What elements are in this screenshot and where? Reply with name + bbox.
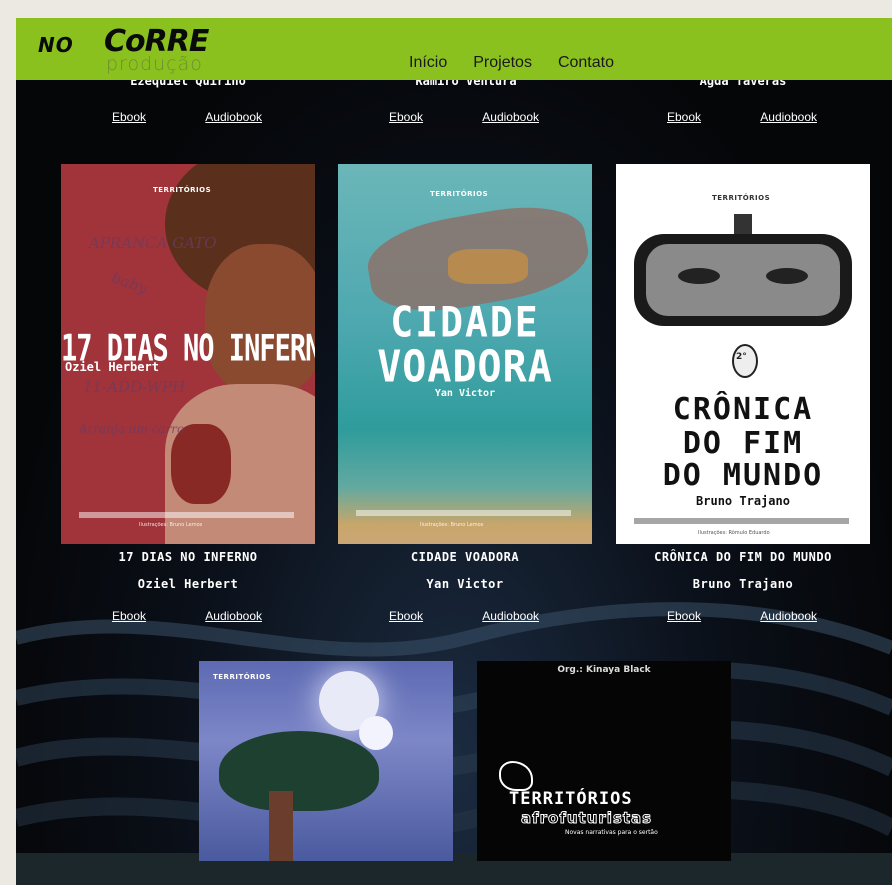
book-author: Oziel Herbert	[137, 577, 239, 591]
cover-illustration-credit: Ilustrações: Rômulo Eduardo	[698, 530, 770, 536]
book-cover-night-tree[interactable]: TERRITÓRIOS	[199, 661, 453, 861]
book-links-3: Ebook Audiobook	[667, 609, 817, 623]
book-links-1: Ebook Audiobook	[112, 609, 262, 623]
cover-title-line-2: DO FIM	[682, 426, 804, 461]
page-frame: NO CoRRE produção Início Projetos Contat…	[16, 18, 892, 885]
ebook-link[interactable]: Ebook	[112, 110, 146, 124]
cover-title-line-1: CIDADE	[390, 297, 540, 347]
book-title: 17 DIAS NO INFERNO	[118, 550, 258, 564]
cover-illustration-credit: Ilustrações: Bruno Lemos	[420, 522, 484, 528]
cover-title-line-3: DO MUNDO	[662, 458, 824, 493]
cover-title: TERRITÓRIOS	[509, 789, 633, 809]
ebook-link[interactable]: Ebook	[667, 609, 701, 623]
tag-label: 2°	[736, 352, 747, 362]
cover-title-line-2: VOADORA	[377, 341, 553, 393]
cover-sponsor-logos	[79, 512, 294, 518]
nav-projetos[interactable]: Projetos	[473, 54, 532, 72]
book-author: Yan Victor	[426, 577, 504, 591]
book-author: Bruno Trajano	[692, 577, 794, 591]
book-title: CIDADE VOADORA	[410, 550, 520, 564]
cover-tagline: Novas narrativas para o sertão	[565, 829, 658, 836]
cover-author: Bruno Trajano	[696, 494, 790, 508]
logo-producao: produção	[106, 53, 203, 75]
cover-face-art	[205, 244, 315, 394]
book-cover-cidade-voadora[interactable]: TERRITÓRIOS CIDADE VOADORA Yan Victor Il…	[338, 164, 592, 544]
book-cover-17-dias[interactable]: APRANCA GATO baby 11-ADD-WPH Arranja um …	[61, 164, 315, 544]
cut-caption-3: Agda Taveras	[699, 80, 787, 88]
top-links-2: Ebook Audiobook	[389, 110, 539, 124]
top-links-1: Ebook Audiobook	[112, 110, 262, 124]
cover-author: Oziel Herbert	[65, 360, 159, 374]
cover-brand: TERRITÓRIOS	[213, 673, 272, 681]
cover-subtitle: afrofuturistas	[520, 809, 653, 828]
tree-canopy-art	[219, 731, 379, 811]
logo-no[interactable]: NO	[38, 33, 74, 57]
book-cover-territorios-afrofuturistas[interactable]: Org.: Kinaya Black TERRITÓRIOS afrofutur…	[477, 661, 731, 861]
moon-art	[359, 716, 393, 750]
audiobook-link[interactable]: Audiobook	[205, 609, 262, 623]
book-links-2: Ebook Audiobook	[389, 609, 539, 623]
map-outline-icon	[499, 761, 533, 791]
cover-sponsor-logos	[356, 510, 571, 516]
cover-scribble: baby	[109, 268, 150, 298]
site-header: NO CoRRE produção Início Projetos Contat…	[16, 18, 892, 80]
cover-sponsor-logos	[634, 518, 849, 524]
cover-scribble: 11-ADD-WPH	[83, 378, 186, 396]
book-title: CRÔNICA DO FIM DO MUNDO	[654, 550, 832, 564]
nav-inicio[interactable]: Início	[409, 54, 447, 72]
cover-brand: TERRITÓRIOS	[430, 190, 489, 198]
cover-author: Yan Victor	[434, 388, 496, 399]
cover-city-art	[448, 249, 528, 284]
wave-texture	[16, 602, 892, 839]
cut-caption-2: Ramiro Ventura	[415, 80, 517, 88]
ebook-link[interactable]: Ebook	[389, 609, 423, 623]
ebook-link[interactable]: Ebook	[667, 110, 701, 124]
cover-organizer: Org.: Kinaya Black	[557, 665, 651, 675]
cover-blood-art	[171, 424, 231, 504]
footer-band	[16, 853, 892, 885]
audiobook-link[interactable]: Audiobook	[482, 609, 539, 623]
cover-scribble: APRANCA GATO	[89, 234, 217, 252]
mirror-face-art	[646, 244, 840, 316]
ebook-link[interactable]: Ebook	[389, 110, 423, 124]
cover-brand: TERRITÓRIOS	[712, 194, 771, 202]
book-cover-cronica[interactable]: TERRITÓRIOS 2° CRÔNICA DO FIM DO MUNDO B…	[616, 164, 870, 544]
eye-art	[766, 268, 808, 284]
cover-illustration-credit: Ilustrações: Bruno Lemos	[139, 522, 203, 528]
ebook-link[interactable]: Ebook	[112, 609, 146, 623]
audiobook-link[interactable]: Audiobook	[205, 110, 262, 124]
audiobook-link[interactable]: Audiobook	[482, 110, 539, 124]
nav-contato[interactable]: Contato	[558, 54, 614, 72]
eye-art	[678, 268, 720, 284]
cover-brand: TERRITÓRIOS	[153, 186, 212, 194]
cover-title-line-1: CRÔNICA	[672, 392, 814, 427]
cover-scribble: Arranja um carro	[79, 422, 185, 436]
audiobook-link[interactable]: Audiobook	[760, 110, 817, 124]
audiobook-link[interactable]: Audiobook	[760, 609, 817, 623]
cut-caption-1: Ezequiel Quirino	[130, 80, 246, 88]
top-links-3: Ebook Audiobook	[667, 110, 817, 124]
main-nav: Início Projetos Contato	[409, 54, 614, 72]
tree-trunk-art	[269, 791, 293, 861]
